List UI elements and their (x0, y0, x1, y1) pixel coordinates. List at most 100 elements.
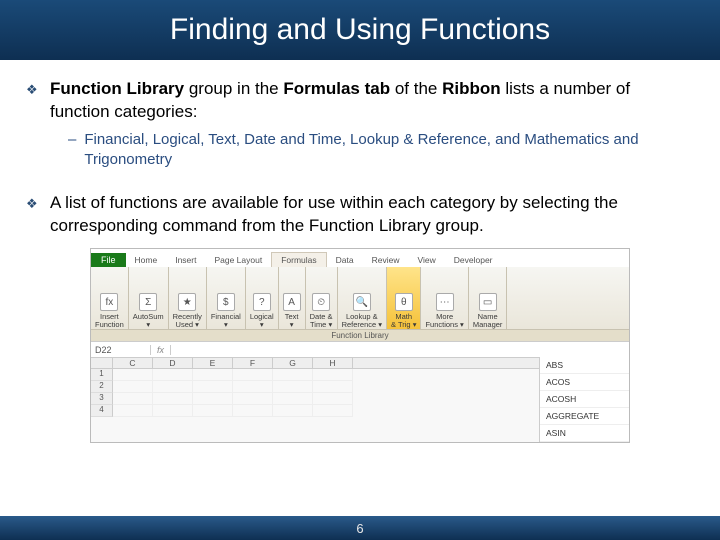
menu-item[interactable]: ACOSH (540, 391, 629, 408)
cmd-icon: θ (395, 293, 413, 311)
ribbon-cmd-name[interactable]: ▭ Name Manager (469, 267, 508, 329)
bullet-2: ❖ A list of functions are available for … (26, 192, 694, 238)
menu-item[interactable]: ASIN (540, 425, 629, 442)
cell[interactable] (113, 405, 153, 417)
col-header[interactable]: F (233, 358, 273, 368)
cell[interactable] (313, 369, 353, 381)
tab-page-layout[interactable]: Page Layout (205, 253, 271, 267)
bullet-1-text: Function Library group in the Formulas t… (50, 78, 694, 124)
cell[interactable] (273, 381, 313, 393)
cell[interactable] (153, 369, 193, 381)
cmd-label: Name Manager (473, 313, 503, 328)
cell[interactable] (273, 405, 313, 417)
ribbon-cmd-more[interactable]: ⋯More Functions ▾ (421, 267, 468, 329)
ribbon-cmd-financial[interactable]: $ Financial ▾ (207, 267, 246, 329)
menu-item[interactable]: ABS (540, 357, 629, 374)
ribbon-cmd-text[interactable]: AText ▾ (279, 267, 306, 329)
tab-home[interactable]: Home (126, 253, 167, 267)
cell[interactable] (113, 369, 153, 381)
cmd-icon: $ (217, 293, 235, 311)
fx-icon[interactable]: fx (151, 345, 171, 355)
math-trig-dropdown: ABSACOSACOSHAGGREGATEASIN (539, 357, 629, 442)
cell[interactable] (313, 393, 353, 405)
cmd-label: Financial ▾ (211, 313, 241, 328)
cell[interactable] (193, 369, 233, 381)
cmd-label: AutoSum ▾ (133, 313, 164, 328)
page-number: 6 (356, 521, 363, 536)
cell[interactable] (273, 369, 313, 381)
col-header[interactable]: D (153, 358, 193, 368)
ribbon-cmd-logical[interactable]: ? Logical ▾ (246, 267, 279, 329)
slide-footer: 6 (0, 516, 720, 540)
row-header[interactable]: 4 (91, 405, 113, 417)
cell[interactable] (153, 405, 193, 417)
tab-data[interactable]: Data (327, 253, 363, 267)
cmd-label: Date & Time ▾ (310, 313, 333, 328)
slide-title: Finding and Using Functions (0, 0, 720, 60)
col-header[interactable]: H (313, 358, 353, 368)
cmd-icon: ⏲ (312, 293, 330, 311)
name-box[interactable]: D22 (91, 345, 151, 355)
grid-row: 1 (91, 369, 539, 381)
bold-ft: Formulas tab (283, 79, 390, 98)
cmd-icon: Σ (139, 293, 157, 311)
cell[interactable] (233, 369, 273, 381)
cell[interactable] (233, 405, 273, 417)
tab-developer[interactable]: Developer (445, 253, 502, 267)
cell[interactable] (273, 393, 313, 405)
col-header[interactable]: E (193, 358, 233, 368)
t2: of the (390, 79, 442, 98)
row-header[interactable]: 3 (91, 393, 113, 405)
sub-bullet-1-text: Financial, Logical, Text, Date and Time,… (84, 130, 694, 171)
worksheet-grid: CDEFGH 1234 ABSACOSACOSHAGGREGATEASIN (91, 357, 629, 442)
ribbon-cmd-math[interactable]: θ Math & Trig ▾ (387, 267, 421, 329)
ribbon-cmd-autosum[interactable]: Σ AutoSum ▾ (129, 267, 169, 329)
bullet-2-text: A list of functions are available for us… (50, 192, 694, 238)
cell[interactable] (193, 393, 233, 405)
cmd-label: Text ▾ (285, 313, 299, 328)
cell[interactable] (313, 405, 353, 417)
grid-row: 2 (91, 381, 539, 393)
cmd-label: Lookup & Reference ▾ (342, 313, 382, 328)
group-label: Function Library (91, 329, 629, 341)
ribbon-cmd-insert[interactable]: fxInsert Function (91, 267, 129, 329)
bold-rb: Ribbon (442, 79, 501, 98)
sub-bullet-1: – Financial, Logical, Text, Date and Tim… (68, 130, 694, 171)
ribbon-cmd-recently[interactable]: ★ Recently Used ▾ (169, 267, 207, 329)
cell[interactable] (153, 381, 193, 393)
cmd-icon: ▭ (479, 293, 497, 311)
column-headers: CDEFGH (91, 357, 539, 369)
menu-item[interactable]: AGGREGATE (540, 408, 629, 425)
menu-item[interactable]: ACOS (540, 374, 629, 391)
grid-row: 3 (91, 393, 539, 405)
cell[interactable] (193, 381, 233, 393)
row-header[interactable]: 1 (91, 369, 113, 381)
ribbon-cmd-lookup-[interactable]: 🔍Lookup & Reference ▾ (338, 267, 387, 329)
ribbon-cmd-date-[interactable]: ⏲ Date & Time ▾ (306, 267, 338, 329)
bullet-1: ❖ Function Library group in the Formulas… (26, 78, 694, 124)
cell[interactable] (193, 405, 233, 417)
t1: group in the (184, 79, 283, 98)
tab-insert[interactable]: Insert (166, 253, 205, 267)
cmd-label: Logical ▾ (250, 313, 274, 328)
cell[interactable] (313, 381, 353, 393)
tab-file[interactable]: File (91, 253, 126, 267)
cmd-icon: ? (253, 293, 271, 311)
tab-formulas[interactable]: Formulas (271, 252, 326, 267)
col-header[interactable]: G (273, 358, 313, 368)
cell[interactable] (113, 381, 153, 393)
row-header[interactable]: 2 (91, 381, 113, 393)
cell[interactable] (233, 381, 273, 393)
dash-icon: – (68, 130, 76, 171)
col-header[interactable]: C (113, 358, 153, 368)
slide-body: ❖ Function Library group in the Formulas… (0, 60, 720, 443)
tab-review[interactable]: Review (363, 253, 409, 267)
cell[interactable] (153, 393, 193, 405)
cmd-label: Insert Function (95, 313, 124, 328)
cmd-label: Recently Used ▾ (173, 313, 202, 328)
cmd-label: Math & Trig ▾ (391, 313, 416, 328)
cmd-icon: ★ (178, 293, 196, 311)
tab-view[interactable]: View (408, 253, 444, 267)
cell[interactable] (113, 393, 153, 405)
cell[interactable] (233, 393, 273, 405)
